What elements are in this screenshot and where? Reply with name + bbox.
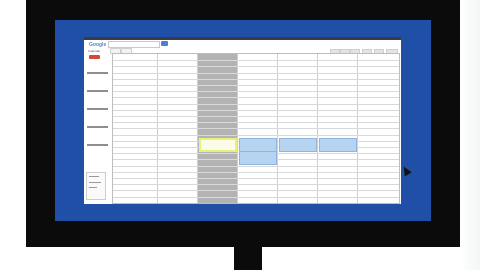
hour-row-line [113, 79, 399, 80]
hour-row-line [113, 91, 399, 92]
hour-row-line [113, 184, 399, 185]
sidebar-line [89, 176, 99, 177]
top-navigation-bar [84, 37, 401, 40]
hour-row-line [113, 66, 399, 67]
calendar-event[interactable] [239, 138, 277, 152]
hour-row-line [113, 73, 399, 74]
search-button[interactable] [161, 41, 168, 46]
calendar-event[interactable] [199, 138, 237, 152]
monitor-stand [234, 247, 262, 270]
logo: Google [89, 42, 107, 48]
hour-row-line [113, 122, 399, 123]
hour-row-line [113, 197, 399, 198]
create-button[interactable] [89, 55, 100, 59]
hour-row-line [113, 178, 399, 179]
hour-row-line [113, 190, 399, 191]
hour-row-line [113, 172, 399, 173]
week-grid [112, 53, 400, 204]
calendar-event[interactable] [239, 151, 277, 165]
calendar-event[interactable] [279, 138, 317, 152]
calendar-event[interactable] [319, 138, 357, 152]
hour-row-line [113, 104, 399, 105]
mini-calendar [87, 62, 109, 152]
hour-row-line [113, 166, 399, 167]
page-title: Calendar [88, 49, 101, 53]
hour-row-line [113, 60, 399, 61]
background-glare [460, 0, 480, 270]
sidebar-line [89, 187, 97, 188]
hour-row-line [113, 85, 399, 86]
search-input[interactable] [108, 41, 160, 48]
hour-row-line [113, 110, 399, 111]
hour-row-line [113, 135, 399, 136]
sidebar-line [89, 182, 101, 183]
hour-row-line [113, 97, 399, 98]
hour-row-line [113, 116, 399, 117]
calendar-app-window: Google Calendar [84, 37, 401, 204]
sidebar-panel [86, 172, 106, 200]
hour-row-line [113, 128, 399, 129]
